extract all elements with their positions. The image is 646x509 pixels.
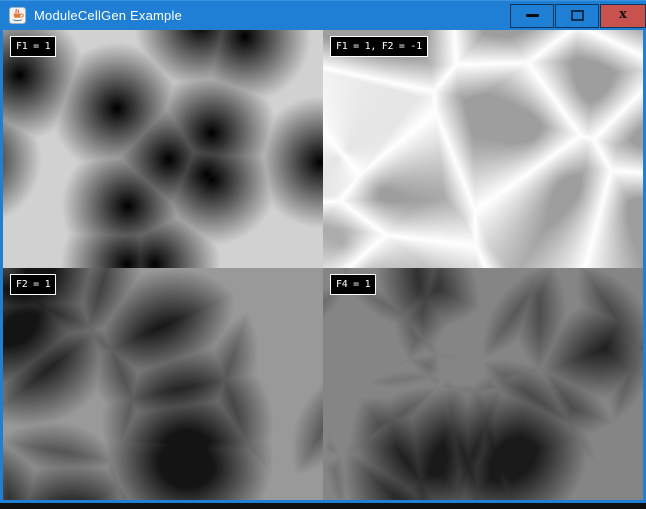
app-window: ModuleCellGen Example x F1 = 1 F1 = 1, F… — [0, 0, 646, 503]
minimize-button[interactable] — [510, 4, 554, 28]
window-title: ModuleCellGen Example — [34, 8, 182, 23]
cellgen-canvas-f1 — [3, 30, 323, 268]
quadrant-f1: F1 = 1 — [3, 30, 323, 268]
quadrant-label-f1f2: F1 = 1, F2 = -1 — [330, 36, 428, 57]
close-button[interactable]: x — [600, 4, 646, 28]
maximize-button[interactable] — [555, 4, 599, 28]
cellgen-canvas-f1f2 — [323, 30, 643, 268]
quadrant-label-f2: F2 = 1 — [10, 274, 56, 295]
java-app-icon — [9, 7, 26, 24]
minimize-icon — [526, 14, 539, 17]
quadrant-label-f1: F1 = 1 — [10, 36, 56, 57]
titlebar[interactable]: ModuleCellGen Example x — [0, 0, 646, 30]
cellgen-canvas-f4 — [323, 268, 643, 500]
window-controls: x — [509, 1, 646, 30]
quadrant-f4: F4 = 1 — [323, 268, 643, 500]
maximize-icon — [571, 10, 584, 21]
close-icon: x — [619, 8, 627, 21]
quadrant-label-f4: F4 = 1 — [330, 274, 376, 295]
quadrant-f1f2: F1 = 1, F2 = -1 — [323, 30, 643, 268]
cellgen-grid: F1 = 1 F1 = 1, F2 = -1 F2 = 1 F4 = 1 — [0, 30, 646, 503]
cellgen-canvas-f2 — [3, 268, 323, 500]
quadrant-f2: F2 = 1 — [3, 268, 323, 500]
